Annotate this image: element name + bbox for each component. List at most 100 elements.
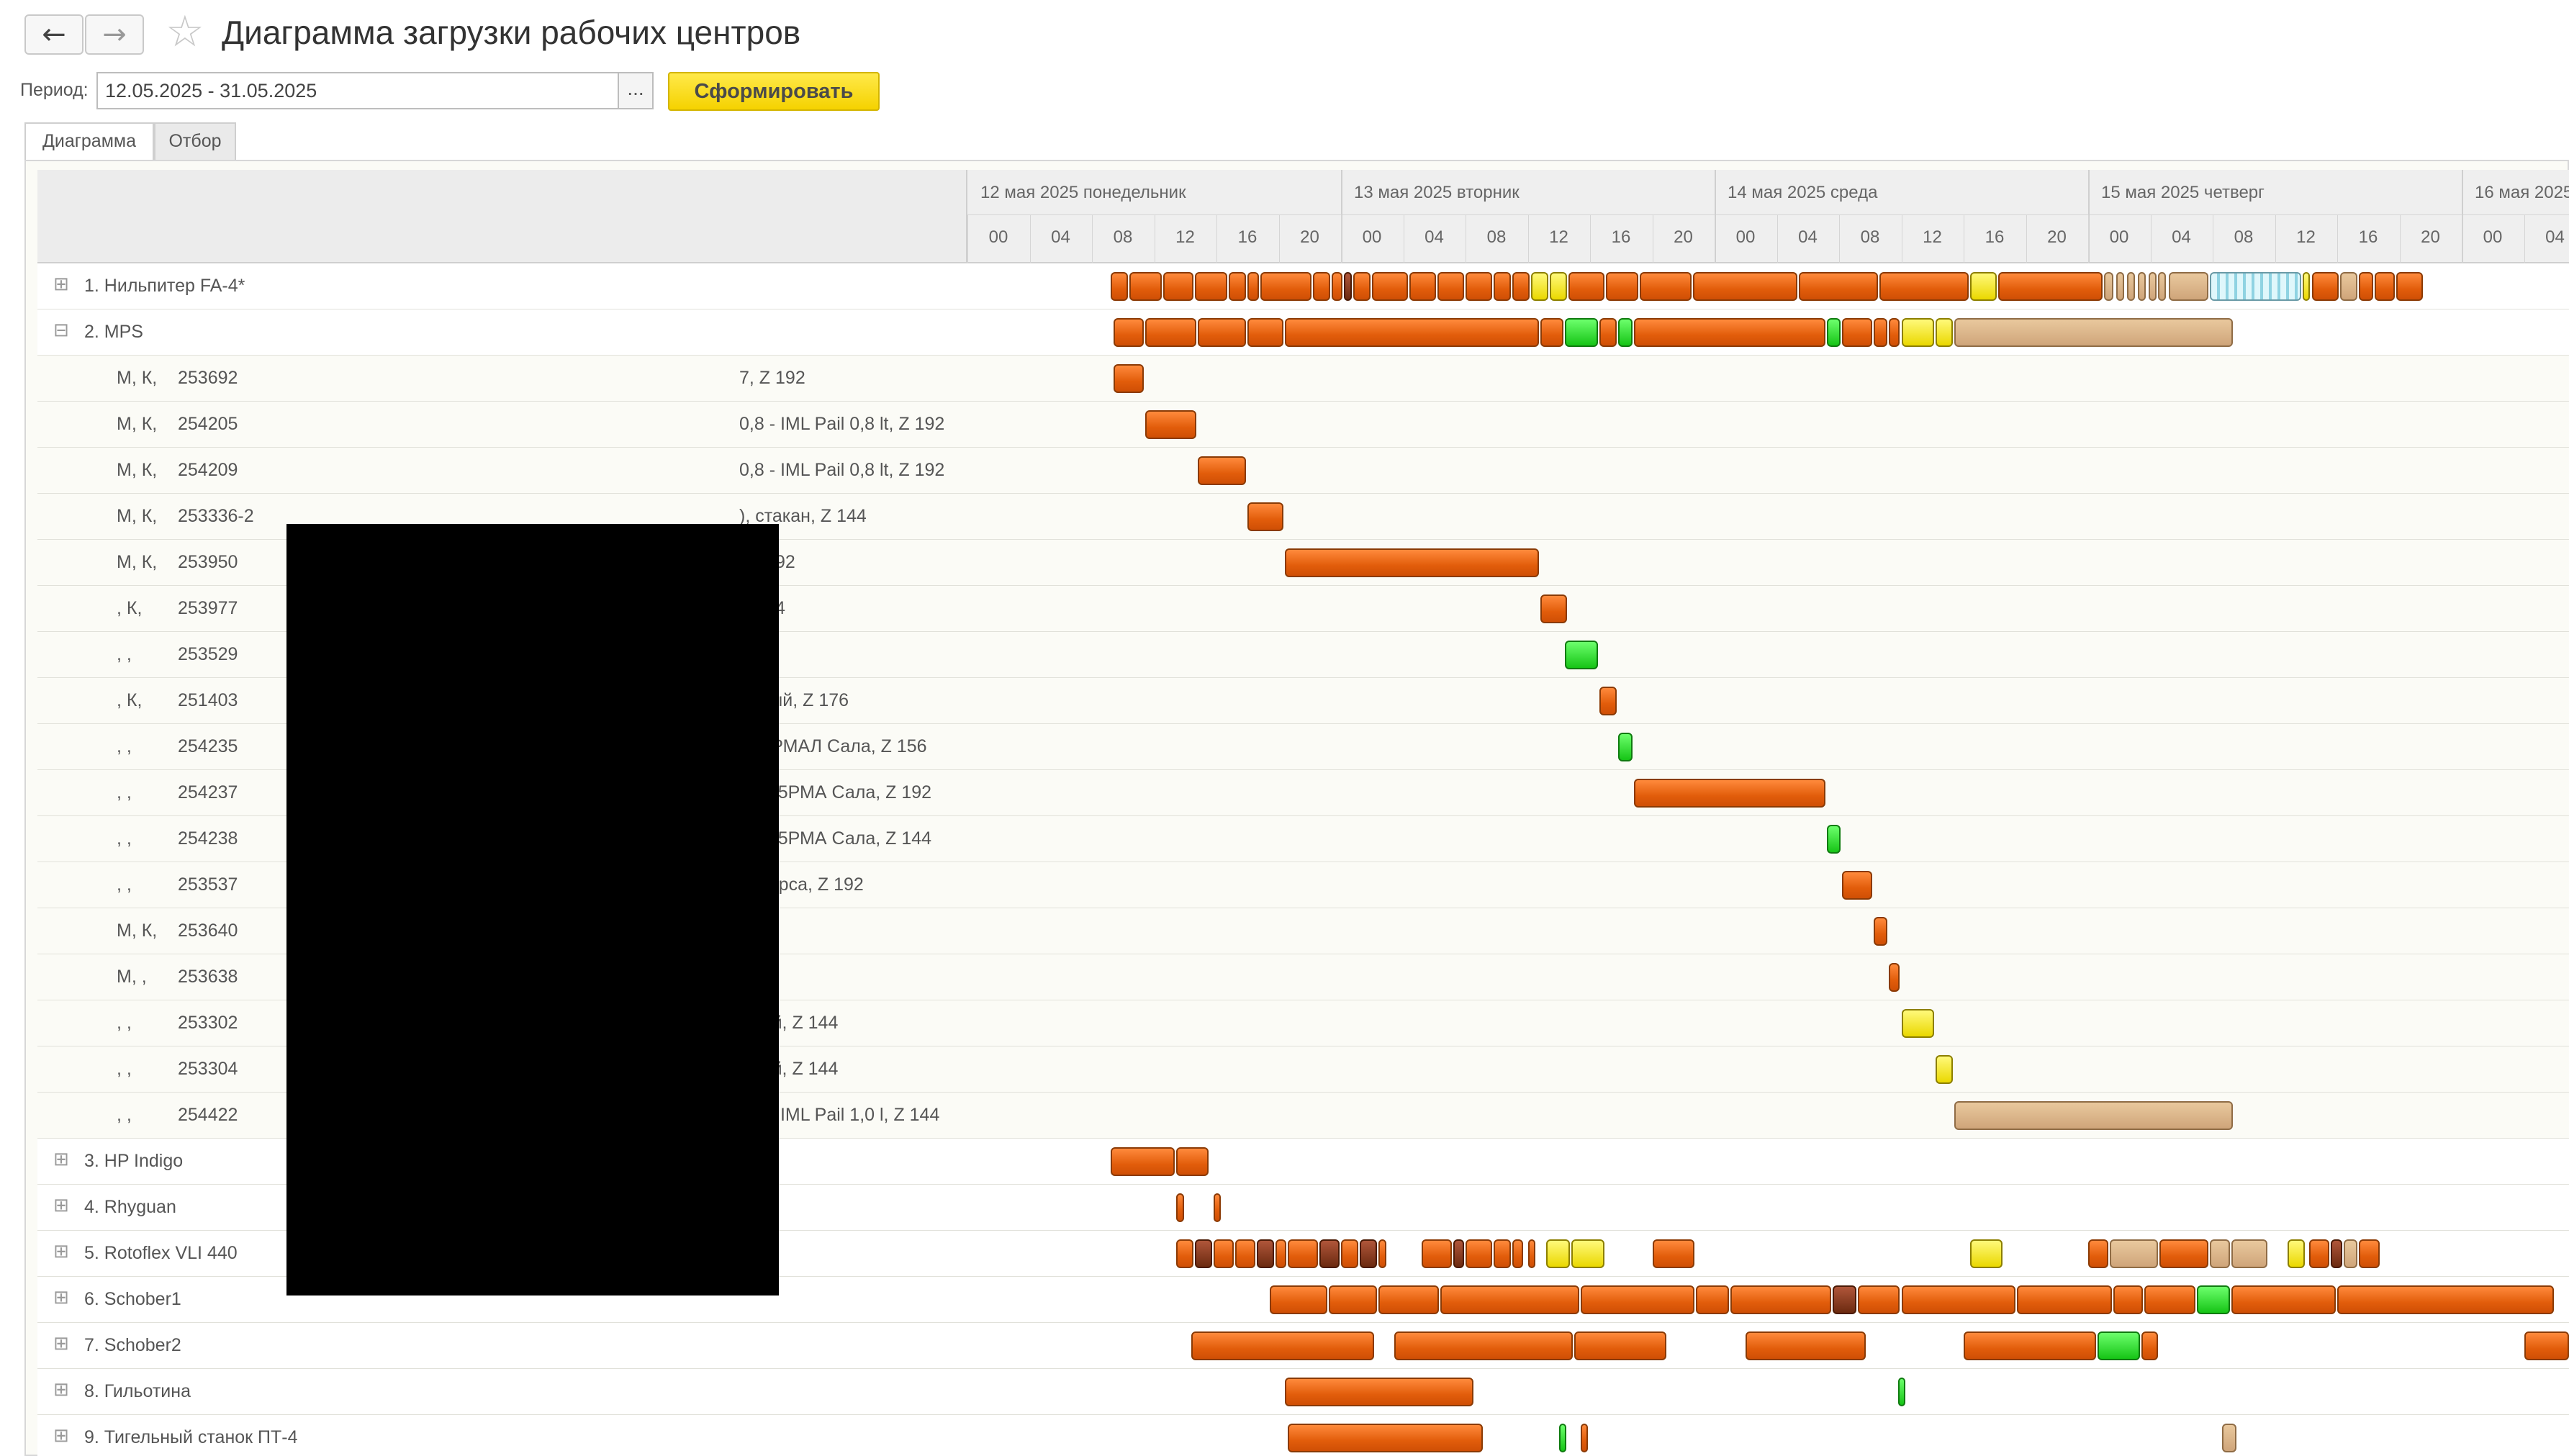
task-bar[interactable] [1313, 272, 1330, 301]
task-bar[interactable] [1512, 272, 1530, 301]
task-bar[interactable] [1652, 1239, 1695, 1268]
task-bar[interactable] [1332, 272, 1343, 301]
task-bar[interactable] [1826, 318, 1841, 347]
task-bar[interactable] [1997, 272, 2103, 301]
task-bar[interactable] [1617, 318, 1633, 347]
task-bar[interactable] [1285, 318, 1539, 347]
task-bar[interactable] [2231, 1239, 2267, 1268]
task-bar[interactable] [2141, 1331, 2159, 1360]
task-bar[interactable] [1901, 1009, 1935, 1038]
tab-diagram[interactable]: Диаграмма [24, 122, 154, 160]
task-bar[interactable] [2396, 272, 2424, 301]
task-bar[interactable] [1571, 1239, 1604, 1268]
task-bar[interactable] [2159, 1239, 2208, 1268]
task-bar[interactable] [1378, 1239, 1386, 1268]
task-bar[interactable] [1633, 318, 1825, 347]
generate-button[interactable]: Сформировать [668, 72, 880, 111]
task-bar[interactable] [1826, 825, 1841, 854]
task-bar[interactable] [1129, 272, 1162, 301]
task-bar[interactable] [2138, 272, 2146, 301]
task-bar[interactable] [1633, 779, 1825, 808]
task-bar[interactable] [2209, 1239, 2230, 1268]
task-bar[interactable] [1276, 1239, 1287, 1268]
task-bar[interactable] [1353, 272, 1371, 301]
task-bar[interactable] [2312, 272, 2339, 301]
task-bar[interactable] [1530, 272, 1548, 301]
task-bar[interactable] [1640, 272, 1692, 301]
task-bar[interactable] [2359, 1239, 2380, 1268]
task-bar[interactable] [1344, 272, 1353, 301]
task-bar[interactable] [1213, 1239, 1234, 1268]
task-bar[interactable] [1581, 1285, 1695, 1314]
task-bar[interactable] [1873, 318, 1888, 347]
task-bar[interactable] [1842, 318, 1872, 347]
task-bar[interactable] [1175, 1193, 1184, 1222]
task-bar[interactable] [1605, 272, 1639, 301]
task-bar[interactable] [2343, 1239, 2358, 1268]
task-bar[interactable] [2126, 272, 2135, 301]
task-bar[interactable] [2221, 1424, 2236, 1452]
task-bar[interactable] [1565, 318, 1598, 347]
task-bar[interactable] [2209, 272, 2302, 301]
task-bar[interactable] [1964, 1331, 2096, 1360]
task-bar[interactable] [1599, 687, 1617, 715]
forward-button[interactable]: → [85, 14, 144, 55]
task-bar[interactable] [1198, 318, 1247, 347]
task-bar[interactable] [1359, 1239, 1377, 1268]
task-bar[interactable] [1540, 318, 1564, 347]
task-bar[interactable] [2116, 272, 2124, 301]
task-bar[interactable] [1453, 1239, 1464, 1268]
task-bar[interactable] [1692, 272, 1797, 301]
task-bar[interactable] [1341, 1239, 1358, 1268]
task-bar[interactable] [1546, 1239, 1571, 1268]
task-bar[interactable] [2197, 1285, 2230, 1314]
task-bar[interactable] [1247, 318, 1284, 347]
task-bar[interactable] [2088, 1239, 2109, 1268]
star-icon[interactable]: ☆ [166, 10, 204, 53]
task-bar[interactable] [1746, 1331, 1866, 1360]
task-bar[interactable] [1144, 410, 1197, 439]
task-bar[interactable] [1901, 1285, 2015, 1314]
task-bar[interactable] [1198, 456, 1247, 485]
task-bar[interactable] [1857, 1285, 1900, 1314]
task-bar[interactable] [2148, 272, 2157, 301]
task-bar[interactable] [1213, 1193, 1221, 1222]
task-bar[interactable] [2231, 1285, 2336, 1314]
task-bar[interactable] [1936, 1055, 1953, 1084]
task-bar[interactable] [2359, 272, 2373, 301]
task-bar[interactable] [1879, 272, 1969, 301]
task-bar[interactable] [2524, 1331, 2569, 1360]
task-bar[interactable] [1798, 272, 1879, 301]
task-bar[interactable] [1372, 272, 1409, 301]
task-bar[interactable] [1247, 272, 1259, 301]
task-bar[interactable] [1247, 502, 1284, 531]
task-bar[interactable] [1110, 1147, 1175, 1176]
task-bar[interactable] [1833, 1285, 1856, 1314]
period-input[interactable] [96, 72, 619, 109]
task-bar[interactable] [2340, 272, 2358, 301]
task-bar[interactable] [1269, 1285, 1327, 1314]
task-bar[interactable] [1549, 272, 1567, 301]
task-bar[interactable] [2110, 1239, 2159, 1268]
task-bar[interactable] [1191, 1331, 1374, 1360]
task-bar[interactable] [1696, 1285, 1729, 1314]
task-bar[interactable] [2113, 1285, 2143, 1314]
task-bar[interactable] [2097, 1331, 2140, 1360]
task-bar[interactable] [1466, 272, 1492, 301]
task-bar[interactable] [1437, 272, 1464, 301]
task-bar[interactable] [1257, 1239, 1275, 1268]
task-bar[interactable] [2331, 1239, 2342, 1268]
task-bar[interactable] [1114, 318, 1144, 347]
task-bar[interactable] [1422, 1239, 1452, 1268]
task-bar[interactable] [1574, 1331, 1667, 1360]
back-button[interactable]: ← [24, 14, 83, 55]
task-bar[interactable] [1285, 1378, 1473, 1406]
task-bar[interactable] [1493, 272, 1511, 301]
task-bar[interactable] [1901, 318, 1935, 347]
task-bar[interactable] [1565, 641, 1598, 669]
task-bar[interactable] [2337, 1285, 2554, 1314]
task-bar[interactable] [1110, 272, 1128, 301]
tab-filter[interactable]: Отбор [154, 122, 236, 160]
task-bar[interactable] [2303, 272, 2311, 301]
task-bar[interactable] [1730, 1285, 1832, 1314]
